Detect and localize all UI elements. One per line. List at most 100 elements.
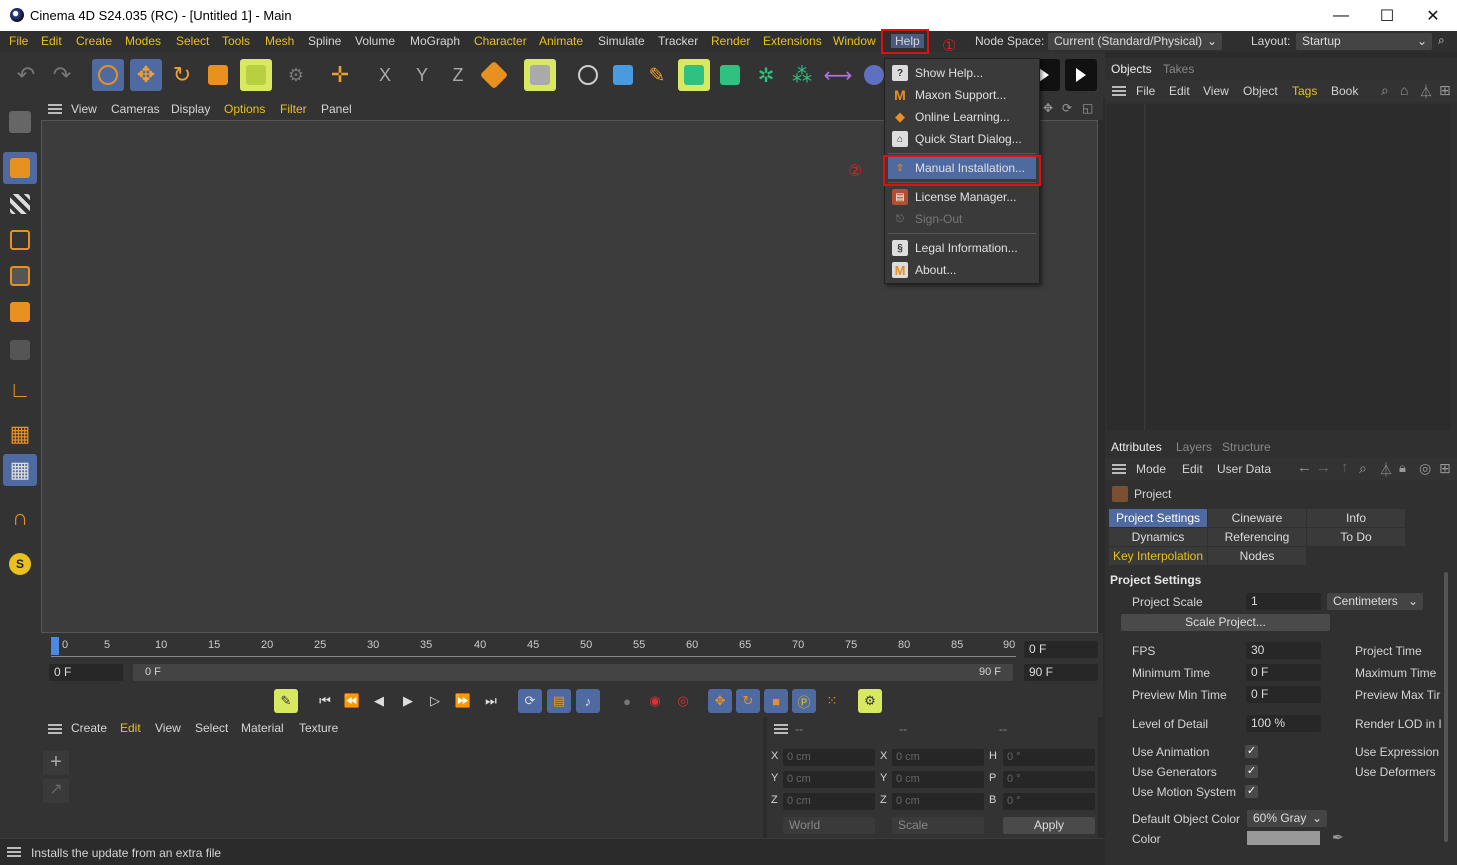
transform-tool-icon[interactable] <box>240 59 272 91</box>
key-pla-icon[interactable]: ⁙ <box>820 689 844 713</box>
menu-item-show-help[interactable]: ? Show Help... <box>888 62 1036 84</box>
motion-clip-icon[interactable]: ⚙ <box>858 689 882 713</box>
search-icon[interactable]: ⌕ <box>1359 460 1367 477</box>
lock-icon[interactable]: 🔒︎ <box>1399 460 1406 476</box>
viewport-menu-panel[interactable]: Panel <box>321 102 352 116</box>
node-space-dropdown[interactable]: Current (Standard/Physical) ⌄ <box>1048 33 1222 50</box>
tab-structure[interactable]: Structure <box>1222 440 1271 454</box>
viewport-maximize-icon[interactable]: ◱ <box>1082 101 1093 115</box>
menu-tracker[interactable]: Tracker <box>658 34 698 48</box>
menu-extensions[interactable]: Extensions <box>763 34 822 48</box>
menu-tools[interactable]: Tools <box>222 34 250 48</box>
new-view-icon[interactable]: ⊞ <box>1439 82 1451 99</box>
next-frame-icon[interactable]: ▷ <box>423 689 447 713</box>
eyedropper-icon[interactable]: ✒ <box>1332 829 1344 846</box>
menu-mograph[interactable]: MoGraph <box>410 34 460 48</box>
viewport-menu-options[interactable]: Options <box>224 102 265 116</box>
default-color-dropdown[interactable]: 60% Gray ⌄ <box>1247 810 1327 827</box>
viewport-menu-cameras[interactable]: Cameras <box>111 102 160 116</box>
previous-key-icon[interactable]: ⏪ <box>340 689 364 713</box>
use-motion-checkbox[interactable]: ✓ <box>1245 785 1258 798</box>
add-material-icon[interactable]: + <box>43 751 69 775</box>
coordinate-system-icon[interactable] <box>478 59 510 91</box>
move-tool-icon[interactable]: ✥ <box>130 59 162 91</box>
layout-dropdown[interactable]: Startup ⌄ <box>1296 33 1432 50</box>
preview-min-input[interactable]: 0 F <box>1246 686 1321 703</box>
object-menu-tags[interactable]: Tags <box>1292 84 1317 98</box>
menu-item-about[interactable]: M About... <box>888 259 1036 281</box>
maximize-button[interactable]: ☐ <box>1364 0 1410 31</box>
scrollbar[interactable] <box>1444 572 1448 842</box>
filter-icon[interactable]: ⏃ <box>1379 460 1393 480</box>
polygons-mode-icon[interactable] <box>3 296 37 328</box>
cube-primitive-icon[interactable] <box>607 59 639 91</box>
minimize-button[interactable]: — <box>1318 0 1364 31</box>
search-icon[interactable]: ⌕ <box>1381 82 1389 99</box>
workplane-icon[interactable]: ▦ <box>3 418 37 450</box>
tab-cineware[interactable]: Cineware <box>1208 509 1306 527</box>
mograph-cloner-icon[interactable]: ✲ <box>750 59 782 91</box>
hamburger-icon[interactable] <box>774 724 788 734</box>
autokey-icon[interactable]: ◉ <box>643 689 667 713</box>
tab-info[interactable]: Info <box>1307 509 1405 527</box>
material-menu-view[interactable]: View <box>155 721 181 735</box>
hamburger-icon[interactable] <box>1112 464 1126 474</box>
axis-tool-icon[interactable]: ✛ <box>324 59 356 91</box>
keyframe-selection-icon[interactable]: ◎ <box>671 689 695 713</box>
menu-modes[interactable]: Modes <box>125 34 161 48</box>
menu-character[interactable]: Character <box>474 34 527 48</box>
use-animation-checkbox[interactable]: ✓ <box>1245 745 1258 758</box>
object-menu-object[interactable]: Object <box>1243 84 1278 98</box>
extrude-icon[interactable] <box>714 59 746 91</box>
scale-dropdown[interactable]: Scale <box>892 817 984 834</box>
object-tree[interactable] <box>1146 104 1451 430</box>
current-frame-field[interactable]: 0 F <box>1024 641 1098 658</box>
viewport-move-icon[interactable]: ✥ <box>1043 101 1053 115</box>
tab-to-do[interactable]: To Do <box>1307 528 1405 546</box>
new-view-icon[interactable]: ⊞ <box>1439 460 1451 477</box>
menu-edit[interactable]: Edit <box>41 34 62 48</box>
menu-mesh[interactable]: Mesh <box>265 34 294 48</box>
size-y-field[interactable]: 0 cm <box>892 771 984 788</box>
scale-project-button[interactable]: Scale Project... <box>1121 614 1330 631</box>
object-menu-bookmarks[interactable]: Book <box>1331 84 1358 98</box>
tab-nodes[interactable]: Nodes <box>1208 547 1306 565</box>
rotation-b-field[interactable]: 0 ° <box>1003 793 1095 810</box>
object-menu-view[interactable]: View <box>1203 84 1229 98</box>
redo-icon[interactable]: ↷ <box>46 59 78 91</box>
lod-input[interactable]: 100 % <box>1246 715 1321 732</box>
apply-button[interactable]: Apply <box>1003 817 1095 834</box>
record-tool-icon[interactable]: ⚙ <box>280 59 312 91</box>
scale-tool-icon[interactable] <box>202 59 234 91</box>
menu-spline[interactable]: Spline <box>308 34 341 48</box>
key-position-icon[interactable]: ✥ <box>708 689 732 713</box>
go-to-start-icon[interactable]: ⏮ <box>313 689 337 713</box>
material-menu-edit[interactable]: Edit <box>120 721 141 735</box>
hamburger-icon[interactable] <box>1112 86 1126 96</box>
object-menu-file[interactable]: File <box>1136 84 1155 98</box>
z-axis-lock-icon[interactable]: Z <box>442 59 474 91</box>
x-axis-lock-icon[interactable]: X <box>369 59 401 91</box>
pen-tool-icon[interactable]: ✎ <box>641 59 673 91</box>
menu-create[interactable]: Create <box>76 34 112 48</box>
size-z-field[interactable]: 0 cm <box>892 793 984 810</box>
key-rotation-icon[interactable]: ↻ <box>736 689 760 713</box>
menu-volume[interactable]: Volume <box>355 34 395 48</box>
locked-workplane-icon[interactable]: ▦ <box>3 454 37 486</box>
tab-referencing[interactable]: Referencing <box>1208 528 1306 546</box>
world-dropdown[interactable]: World <box>783 817 875 834</box>
viewport-menu-view[interactable]: View <box>71 102 97 116</box>
edges-mode-icon[interactable] <box>3 260 37 292</box>
menu-simulate[interactable]: Simulate <box>598 34 645 48</box>
tab-layers[interactable]: Layers <box>1176 440 1212 454</box>
position-z-field[interactable]: 0 cm <box>783 793 875 810</box>
key-scale-icon[interactable]: ■ <box>764 689 788 713</box>
hamburger-icon[interactable] <box>48 104 62 114</box>
key-parameter-icon[interactable]: Ⓟ <box>792 689 816 713</box>
size-x-field[interactable]: 0 cm <box>892 749 984 766</box>
snap-magnet-icon[interactable]: ∩ <box>3 502 37 534</box>
tab-project-settings[interactable]: Project Settings <box>1109 509 1207 527</box>
solo-mode-icon[interactable]: S <box>3 548 37 580</box>
max-frame-field[interactable]: 90 F <box>1024 664 1098 681</box>
undo-icon[interactable]: ↶ <box>10 59 42 91</box>
